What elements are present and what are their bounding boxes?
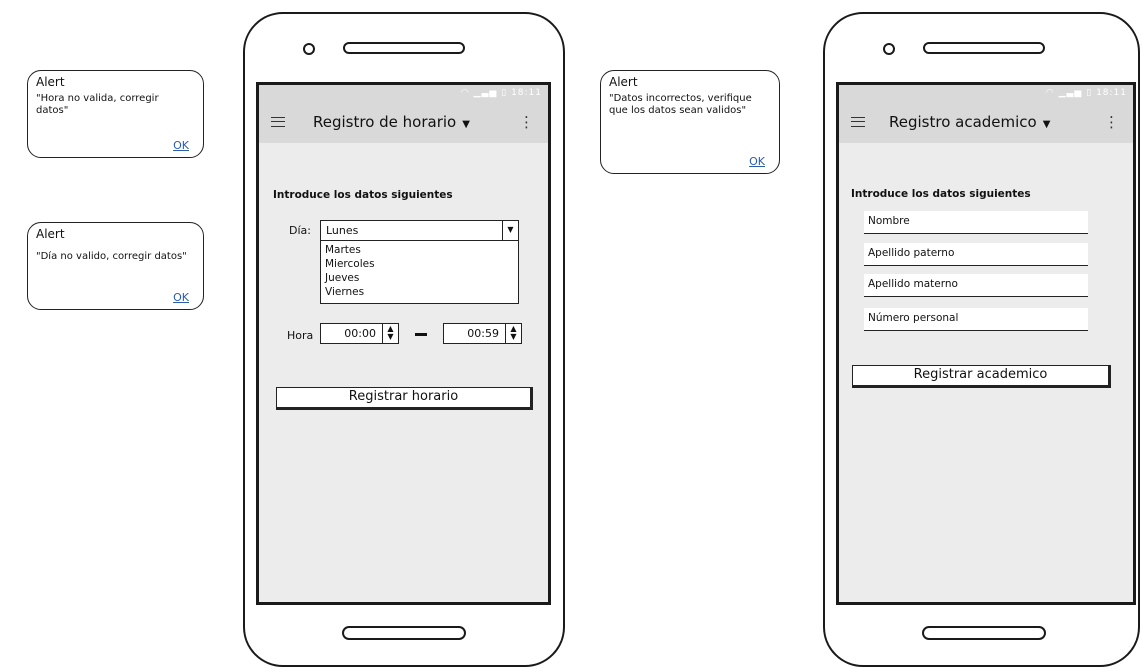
app-bar-title[interactable]: Registro academico ▼ — [889, 113, 1050, 131]
caret-down-icon: ▼ — [1042, 119, 1051, 130]
caret-down-icon: ▼ — [462, 119, 470, 130]
nombre-field[interactable]: Nombre — [864, 211, 1088, 234]
speaker-icon — [923, 42, 1045, 54]
numero-personal-field[interactable]: Número personal — [864, 308, 1088, 331]
alert-message: "Día no valido, corregir datos" — [36, 251, 187, 262]
home-button[interactable] — [922, 626, 1046, 640]
app-bar: Registro de horario ▼ ⋮ — [259, 103, 548, 143]
app-bar-title[interactable]: Registro de horario ▼ — [313, 113, 470, 131]
alert-message: "Datos incorrectos, verifique que los da… — [609, 93, 752, 116]
day-select[interactable]: Lunes ▼ — [320, 220, 519, 241]
alert-dia: Alert "Día no valido, corregir datos" OK — [27, 222, 204, 310]
apellido-paterno-field[interactable]: Apellido paterno — [864, 243, 1088, 266]
camera-icon — [303, 43, 315, 55]
battery-icon: ▯ — [1086, 88, 1093, 98]
alert-ok-button[interactable]: OK — [173, 291, 189, 304]
hour-end-value: 00:59 — [467, 327, 499, 340]
alert-ok-button[interactable]: OK — [173, 139, 189, 152]
menu-icon[interactable] — [271, 117, 285, 127]
chevron-down-icon[interactable]: ▼ — [502, 221, 518, 240]
intro-text: Introduce los datos siguientes — [273, 189, 453, 201]
alert-title: Alert — [609, 75, 638, 89]
hour-label: Hora — [287, 329, 314, 342]
day-label: Día: — [289, 224, 311, 237]
registrar-academico-button[interactable]: Registrar academico — [852, 365, 1111, 388]
more-vert-icon[interactable]: ⋮ — [519, 113, 534, 131]
spinner-arrows-icon[interactable]: ▲ ▼ — [382, 324, 398, 343]
speaker-icon — [343, 42, 465, 54]
status-icons: ◠ ▁▃▅ ▯ 18:11 — [461, 88, 542, 98]
alert-ok-button[interactable]: OK — [749, 155, 765, 168]
more-vert-icon[interactable]: ⋮ — [1104, 113, 1119, 131]
signal-icon: ▁▃▅ — [473, 88, 498, 98]
day-option[interactable]: Martes — [325, 243, 514, 257]
day-option[interactable]: Viernes — [325, 285, 514, 299]
wifi-icon: ◠ — [460, 88, 470, 98]
wifi-icon: ◠ — [1045, 88, 1055, 98]
home-button[interactable] — [342, 626, 466, 640]
spinner-arrows-icon[interactable]: ▲ ▼ — [505, 324, 521, 343]
day-dropdown: Martes Miercoles Jueves Viernes — [320, 240, 519, 304]
registrar-horario-button[interactable]: Registrar horario — [276, 387, 533, 410]
alert-title: Alert — [36, 75, 65, 89]
hour-start-value: 00:00 — [344, 327, 376, 340]
apellido-materno-field[interactable]: Apellido materno — [864, 274, 1088, 297]
screen-horario: ◠ ▁▃▅ ▯ 18:11 Registro de horario ▼ ⋮ Int… — [256, 82, 551, 605]
range-dash — [415, 333, 427, 336]
hour-start-spinner[interactable]: 00:00 ▲ ▼ — [320, 323, 399, 344]
alert-message: "Hora no valida, corregir datos" — [36, 93, 159, 116]
status-bar: ◠ ▁▃▅ ▯ 18:11 — [259, 85, 548, 103]
hour-end-spinner[interactable]: 00:59 ▲ ▼ — [443, 323, 522, 344]
battery-icon: ▯ — [501, 88, 508, 98]
app-bar: Registro academico ▼ ⋮ — [839, 103, 1133, 143]
camera-icon — [883, 43, 895, 55]
screen-academico: ◠ ▁▃▅ ▯ 18:11 Registro academico ▼ ⋮ Intr… — [836, 82, 1136, 605]
status-icons: ◠ ▁▃▅ ▯ 18:11 — [1046, 88, 1127, 98]
day-selected: Lunes — [326, 224, 359, 237]
signal-icon: ▁▃▅ — [1058, 88, 1083, 98]
menu-icon[interactable] — [851, 117, 865, 127]
alert-title: Alert — [36, 227, 65, 241]
title-text: Registro de horario — [313, 113, 457, 131]
intro-text: Introduce los datos siguientes — [851, 188, 1031, 200]
day-option[interactable]: Jueves — [325, 271, 514, 285]
status-bar: ◠ ▁▃▅ ▯ 18:11 — [839, 85, 1133, 103]
alert-datos: Alert "Datos incorrectos, verifique que … — [600, 70, 780, 174]
alert-hora: Alert "Hora no valida, corregir datos" O… — [27, 70, 204, 158]
status-time: 18:11 — [1096, 88, 1127, 98]
day-option[interactable]: Miercoles — [325, 257, 514, 271]
title-text: Registro academico — [889, 113, 1037, 131]
status-time: 18:11 — [511, 88, 542, 98]
